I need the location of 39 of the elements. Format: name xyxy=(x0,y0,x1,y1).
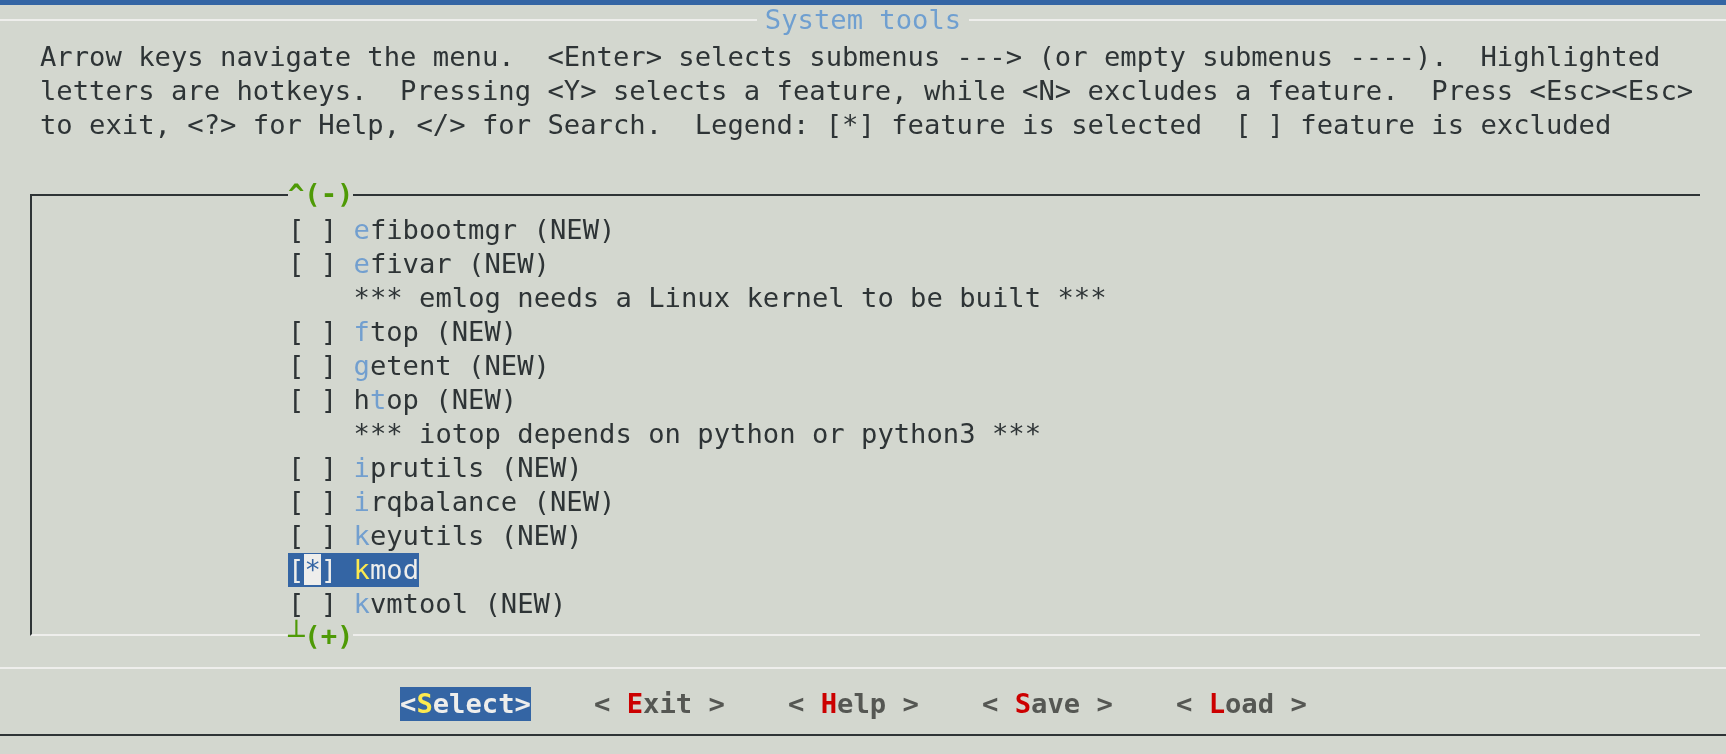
help-text: letters are hotkeys. Pressing <Y> selects a feature, while <N> excludes a feature. Press <Esc><Esc> xyxy=(40,74,1695,108)
item-label: kmod xyxy=(353,553,419,587)
menu-item[interactable]: [ ] keyutils (NEW) xyxy=(288,519,583,553)
checkbox[interactable]: [*] xyxy=(288,553,338,587)
checkbox[interactable]: [ ] xyxy=(288,451,338,485)
help-text: Arrow keys navigate the menu. <Enter> selects submenus ---> (or empty submenus ----). Highlighted xyxy=(40,40,1662,74)
checkbox[interactable]: [ ] xyxy=(288,485,338,519)
dialog-button[interactable]: <Select> xyxy=(400,687,531,721)
item-label: keyutils (NEW) xyxy=(353,519,583,553)
item-label: irqbalance (NEW) xyxy=(353,485,616,519)
dialog-title: System tools xyxy=(763,5,963,35)
checkbox[interactable]: [ ] xyxy=(288,247,338,281)
checkbox[interactable]: [ ] xyxy=(288,383,338,417)
item-label: iprutils (NEW) xyxy=(353,451,583,485)
menu-item[interactable]: [ ] htop (NEW) xyxy=(288,383,518,417)
item-label: getent (NEW) xyxy=(353,349,550,383)
checkbox[interactable]: [ ] xyxy=(288,213,338,247)
item-label: efivar (NEW) xyxy=(353,247,550,281)
menu-item[interactable]: [*] kmod xyxy=(288,553,419,587)
menu-item[interactable]: [ ] ftop (NEW) xyxy=(288,315,518,349)
dialog-button[interactable]: < Load > xyxy=(1175,687,1307,721)
menu-item[interactable]: [ ] iprutils (NEW) xyxy=(288,451,583,485)
dialog-button[interactable]: < Help > xyxy=(787,687,919,721)
help-text: to exit, <?> for Help, </> for Search. Legend: [*] feature is selected [ ] feature is excluded xyxy=(40,108,1613,142)
checkbox[interactable]: [ ] xyxy=(288,519,338,553)
dialog-button[interactable]: < Save > xyxy=(981,687,1113,721)
checkbox[interactable]: [ ] xyxy=(288,349,338,383)
item-label: kvmtool (NEW) xyxy=(353,587,567,621)
item-label: htop (NEW) xyxy=(353,383,518,417)
item-label: ftop (NEW) xyxy=(353,315,518,349)
item-label: efibootmgr (NEW) xyxy=(353,213,616,247)
menu-item[interactable]: [ ] getent (NEW) xyxy=(288,349,550,383)
menu-comment: *** iotop depends on python or python3 *** xyxy=(353,417,1042,451)
dialog-button[interactable]: < Exit > xyxy=(593,687,725,721)
checkbox[interactable]: [ ] xyxy=(288,315,338,349)
menu-item[interactable]: [ ] irqbalance (NEW) xyxy=(288,485,616,519)
menu-comment: *** emlog needs a Linux kernel to be built *** xyxy=(353,281,1107,315)
menu-item[interactable]: [ ] efivar (NEW) xyxy=(288,247,550,281)
menu-item[interactable]: [ ] efibootmgr (NEW) xyxy=(288,213,616,247)
